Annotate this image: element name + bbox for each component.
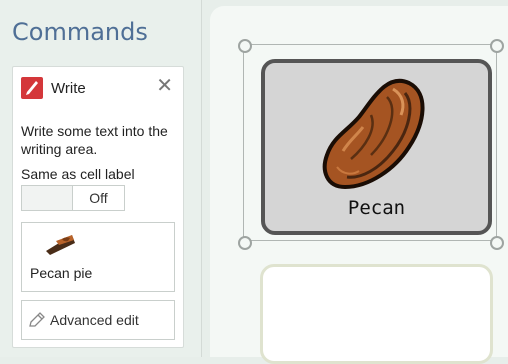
resize-handle-top-left[interactable] [238, 39, 252, 53]
same-as-label-caption: Same as cell label [21, 166, 135, 182]
command-header: Write [21, 75, 86, 101]
grid-cell-pecan[interactable]: Pecan [261, 59, 492, 235]
resize-handle-bottom-right[interactable] [490, 236, 504, 250]
cell-label: Pecan [347, 197, 406, 219]
text-preview-box[interactable]: Pecan pie [21, 222, 175, 292]
command-description: Write some text into the writing area. [21, 123, 168, 157]
pen-icon [21, 77, 43, 99]
grid-cell-empty[interactable] [260, 264, 493, 364]
resize-handle-top-right[interactable] [490, 39, 504, 53]
close-icon[interactable]: ✕ [156, 75, 173, 97]
toggle-state: Off [89, 190, 108, 206]
preview-label: Pecan pie [30, 265, 93, 281]
write-command-card: Write ✕ Write some text into the writing… [12, 66, 184, 348]
command-name: Write [51, 79, 86, 97]
pecan-pie-icon [46, 235, 75, 255]
sidebar-title: Commands [12, 18, 148, 46]
toggle-knob [22, 186, 73, 210]
advanced-edit-label: Advanced edit [50, 312, 139, 328]
commands-sidebar: Commands Write ✕ Write some text into th… [0, 0, 202, 357]
advanced-edit-button[interactable]: Advanced edit [21, 300, 175, 340]
same-as-label-toggle[interactable]: Off [21, 185, 125, 211]
pecan-nut-image [322, 78, 425, 190]
resize-handle-bottom-left[interactable] [238, 236, 252, 250]
pencil-icon [29, 312, 45, 327]
